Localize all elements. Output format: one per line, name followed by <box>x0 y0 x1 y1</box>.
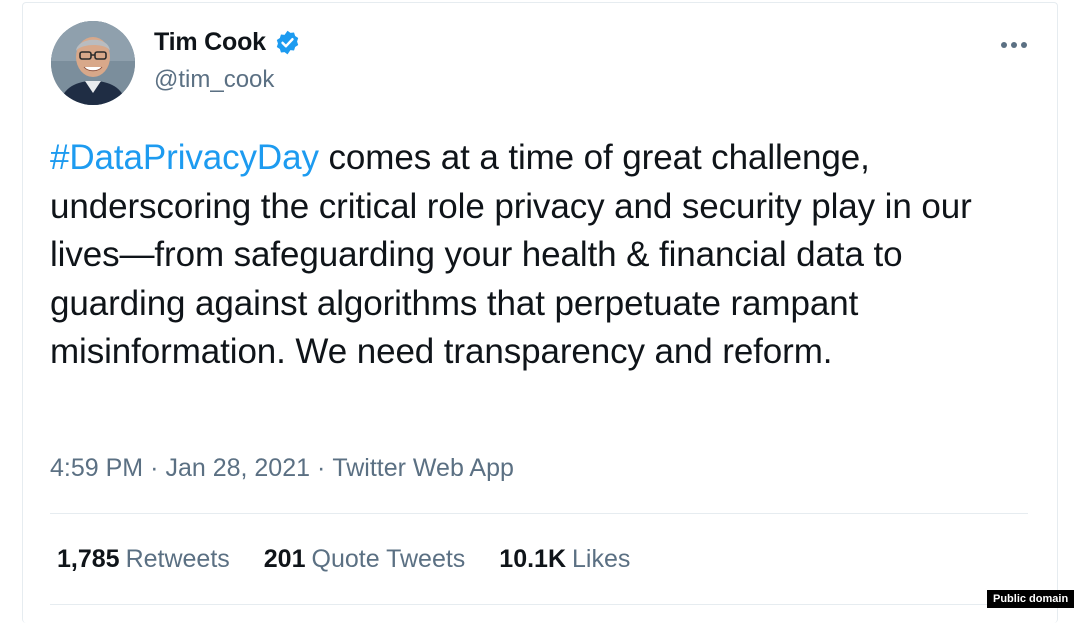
quote-tweets-stat[interactable]: 201 Quote Tweets <box>264 545 466 574</box>
hashtag-link[interactable]: #DataPrivacyDay <box>50 138 319 177</box>
retweets-label: Retweets <box>125 545 230 573</box>
likes-label: Likes <box>572 545 631 573</box>
author-name[interactable]: Tim Cook <box>154 28 266 57</box>
tweet-stats: 1,785 Retweets 201 Quote Tweets 10.1K Li… <box>57 545 664 574</box>
meta-separator: · <box>150 454 159 482</box>
tweet-time[interactable]: 4:59 PM <box>50 454 143 483</box>
author-handle[interactable]: @tim_cook <box>154 66 274 94</box>
divider <box>50 513 1028 514</box>
tweet-text: #DataPrivacyDay comes at a time of great… <box>50 134 1030 377</box>
tweet-meta: 4:59 PM · Jan 28, 2021 · Twitter Web App <box>50 454 514 483</box>
tweet-date[interactable]: Jan 28, 2021 <box>165 454 310 483</box>
image-credit: Public domain <box>987 590 1075 608</box>
retweets-stat[interactable]: 1,785 Retweets <box>57 545 230 574</box>
quote-tweets-label: Quote Tweets <box>311 545 466 573</box>
meta-separator: · <box>317 454 326 482</box>
avatar-photo-icon <box>51 21 135 105</box>
likes-count: 10.1K <box>499 545 567 573</box>
divider <box>50 604 1028 605</box>
likes-stat[interactable]: 10.1K Likes <box>499 545 630 574</box>
quote-tweets-count: 201 <box>263 545 306 573</box>
tweet-source[interactable]: Twitter Web App <box>332 454 514 483</box>
more-options-icon[interactable] <box>996 30 1032 60</box>
retweets-count: 1,785 <box>57 545 120 573</box>
avatar[interactable] <box>51 21 135 105</box>
verified-badge-icon <box>274 29 301 56</box>
author-name-row[interactable]: Tim Cook <box>154 28 301 57</box>
